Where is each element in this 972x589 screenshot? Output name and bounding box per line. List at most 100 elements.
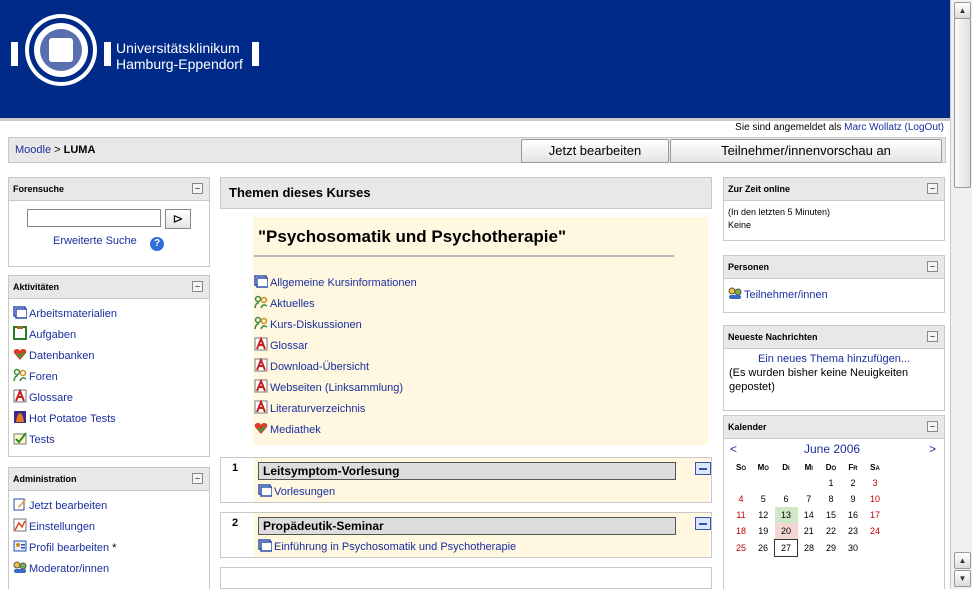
prev-month-link[interactable]: < bbox=[730, 442, 737, 456]
resource-item[interactable]: Download-Übersicht bbox=[254, 357, 417, 378]
scroll-down-button[interactable]: ▼ bbox=[954, 570, 971, 587]
section-collapse-icon[interactable] bbox=[695, 462, 711, 475]
calendar-day bbox=[798, 475, 821, 491]
weekday-header: Mo bbox=[757, 462, 769, 472]
admin-label[interactable]: Moderator/innen bbox=[29, 563, 109, 575]
calendar-day: 15 bbox=[825, 510, 836, 520]
vertical-scrollbar[interactable]: ▲ ▲ ▼ bbox=[950, 0, 972, 589]
user-profile-link[interactable]: Marc Wollatz bbox=[844, 122, 902, 133]
admin-label[interactable]: Profil bearbeiten bbox=[29, 542, 109, 554]
collapse-icon[interactable]: – bbox=[192, 473, 203, 484]
calendar-day: 1 bbox=[828, 478, 834, 488]
resource-label[interactable]: Download-Übersicht bbox=[270, 361, 369, 373]
calendar-day: 16 bbox=[847, 510, 858, 520]
collapse-icon[interactable]: – bbox=[927, 421, 938, 432]
section-resource-label[interactable]: Einführung in Psychosomatik und Psychoth… bbox=[274, 541, 516, 553]
calendar-month[interactable]: June 2006 bbox=[804, 442, 860, 456]
calendar-day: 11 bbox=[736, 510, 746, 520]
resource-label[interactable]: Glossar bbox=[270, 340, 308, 352]
course-topics-area: Themen dieses Kurses "Psychosomatik und … bbox=[220, 177, 712, 589]
role-preview-button[interactable]: Teilnehmer/innenvorschau an bbox=[670, 139, 942, 163]
administration-title: Administration bbox=[13, 474, 77, 484]
activity-label[interactable]: Aufgaben bbox=[29, 329, 76, 341]
search-go-button[interactable]: ⊳ bbox=[165, 209, 191, 229]
activity-label[interactable]: Arbeitsmaterialien bbox=[29, 308, 117, 320]
resource-item[interactable]: Kurs-Diskussionen bbox=[254, 315, 417, 336]
no-news-text: (Es wurden bisher keine Neuigkeiten gepo… bbox=[729, 367, 909, 393]
resource-item[interactable]: Allgemeine Kursinformationen bbox=[254, 273, 417, 294]
breadcrumb-course: LUMA bbox=[63, 144, 96, 156]
scroll-up-button[interactable]: ▲ bbox=[954, 552, 971, 569]
admin-item-profile[interactable]: Profil bearbeiten * bbox=[13, 538, 205, 559]
weekday-header: Mi bbox=[804, 462, 813, 472]
resource-item[interactable]: Webseiten (Linksammlung) bbox=[254, 378, 417, 399]
advanced-search-link[interactable]: Erweiterte Suche bbox=[53, 235, 137, 247]
edit-mode-button[interactable]: Jetzt bearbeiten bbox=[521, 139, 669, 163]
resource-label[interactable]: Aktuelles bbox=[270, 298, 315, 310]
brand-name: Universitätsklinikum Hamburg-Eppendorf bbox=[116, 40, 243, 72]
admin-item-edit[interactable]: Jetzt bearbeiten bbox=[13, 496, 205, 517]
calendar-day bbox=[775, 475, 798, 491]
activity-label[interactable]: Glossare bbox=[29, 392, 73, 404]
activity-label[interactable]: Tests bbox=[29, 434, 55, 446]
login-info: Sie sind angemeldet als Marc Wollatz (Lo… bbox=[735, 122, 944, 133]
resource-item[interactable]: Literaturverzeichnis bbox=[254, 399, 417, 420]
collapse-icon[interactable]: – bbox=[192, 281, 203, 292]
resource-item[interactable]: Glossar bbox=[254, 336, 417, 357]
activity-item-glossaries[interactable]: Glossare bbox=[13, 388, 205, 409]
activity-label[interactable]: Datenbanken bbox=[29, 350, 94, 362]
breadcrumb-moodle-link[interactable]: Moodle bbox=[15, 144, 51, 156]
users-icon bbox=[13, 560, 27, 574]
logout-link[interactable]: (LogOut) bbox=[905, 122, 944, 133]
resource-label[interactable]: Mediathek bbox=[270, 424, 321, 436]
activity-item-tests[interactable]: Tests bbox=[13, 430, 205, 451]
activity-item-resources[interactable]: Arbeitsmaterialien bbox=[13, 304, 205, 325]
activity-item-databases[interactable]: Datenbanken bbox=[13, 346, 205, 367]
collapse-icon[interactable]: – bbox=[927, 183, 938, 194]
forum-search-input[interactable] bbox=[27, 209, 161, 227]
resource-item[interactable]: Aktuelles bbox=[254, 294, 417, 315]
activity-item-assignments[interactable]: Aufgaben bbox=[13, 325, 205, 346]
participants-link[interactable]: Teilnehmer/innen bbox=[744, 289, 828, 301]
section-resource-item[interactable]: Vorlesungen bbox=[258, 482, 335, 503]
collapse-icon[interactable]: – bbox=[192, 183, 203, 194]
section-resource-label[interactable]: Vorlesungen bbox=[274, 486, 335, 498]
activity-label[interactable]: Foren bbox=[29, 371, 58, 383]
section-number: 2 bbox=[232, 517, 239, 529]
add-topic-link[interactable]: Ein neues Thema hinzufügen... bbox=[758, 353, 910, 365]
course-section-1: 1 Leitsymptom-Vorlesung Vorlesungen bbox=[220, 457, 712, 503]
section-resource-item[interactable]: Einführung in Psychosomatik und Psychoth… bbox=[258, 537, 516, 558]
admin-label[interactable]: Jetzt bearbeiten bbox=[29, 500, 107, 512]
calendar-day-event[interactable]: 13 bbox=[774, 507, 798, 523]
login-prefix: Sie sind angemeldet als bbox=[735, 122, 842, 133]
help-icon[interactable]: ? bbox=[150, 237, 164, 251]
people-block: Personen – Teilnehmer/innen bbox=[723, 255, 945, 313]
admin-label[interactable]: Einstellungen bbox=[29, 521, 95, 533]
calendar-day-highlight[interactable]: 20 bbox=[774, 523, 798, 540]
activity-item-forums[interactable]: Foren bbox=[13, 367, 205, 388]
resource-label[interactable]: Kurs-Diskussionen bbox=[270, 319, 362, 331]
admin-item-moderators[interactable]: Moderator/innen bbox=[13, 559, 205, 580]
scroll-up-top-button[interactable]: ▲ bbox=[954, 2, 971, 19]
users-icon bbox=[728, 286, 742, 300]
collapse-icon[interactable]: – bbox=[927, 331, 938, 342]
resource-label[interactable]: Literaturverzeichnis bbox=[270, 403, 365, 415]
calendar-day: 3 bbox=[872, 478, 878, 488]
profile-icon bbox=[13, 539, 27, 553]
administration-block: Administration – Jetzt bearbeiten Einste… bbox=[8, 467, 210, 589]
collapse-icon[interactable]: – bbox=[927, 261, 938, 272]
activity-item-hotpot[interactable]: Hot Potatoe Tests bbox=[13, 409, 205, 430]
resource-item[interactable]: Mediathek bbox=[254, 420, 417, 441]
activity-label[interactable]: Hot Potatoe Tests bbox=[29, 413, 116, 425]
section-collapse-icon[interactable] bbox=[695, 517, 711, 530]
resource-label[interactable]: Allgemeine Kursinformationen bbox=[270, 277, 417, 289]
banner-bar-left bbox=[11, 42, 18, 66]
scrollbar-thumb[interactable] bbox=[954, 18, 971, 188]
calendar-day: 17 bbox=[869, 510, 880, 520]
participants-item[interactable]: Teilnehmer/innen bbox=[728, 285, 940, 306]
next-month-link[interactable]: > bbox=[929, 442, 936, 456]
resource-label[interactable]: Webseiten (Linksammlung) bbox=[270, 382, 403, 394]
resource-icon bbox=[258, 538, 273, 552]
admin-item-settings[interactable]: Einstellungen bbox=[13, 517, 205, 538]
database-icon bbox=[13, 347, 27, 361]
